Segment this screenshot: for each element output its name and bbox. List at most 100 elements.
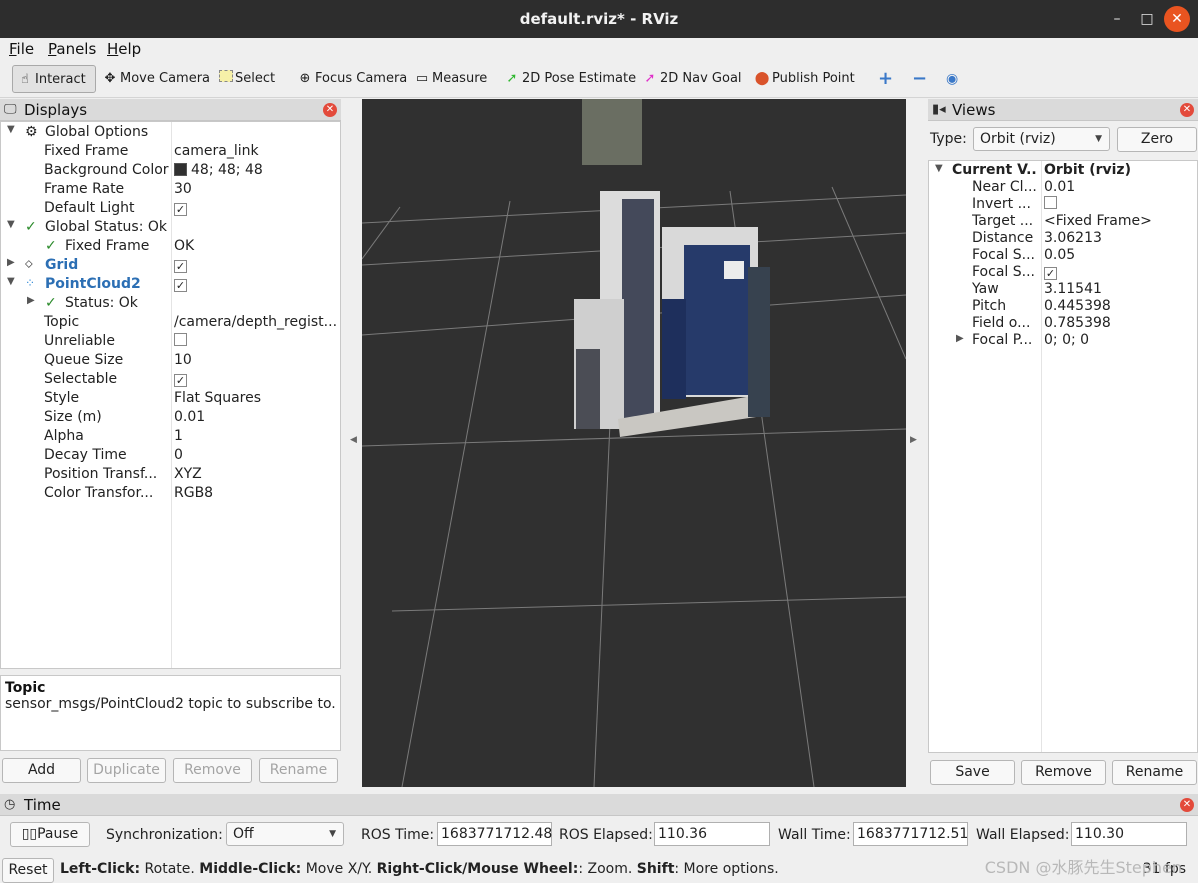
fixed-frame-value[interactable]: camera_link xyxy=(174,143,259,159)
remove-display-button[interactable]: Remove xyxy=(173,758,252,783)
tree-row-grid[interactable]: ▶ ⬦ Grid ✓ xyxy=(1,256,340,275)
menu-file[interactable]: File xyxy=(9,40,34,58)
tree-row-color-transformer[interactable]: Color Transfor... RGB8 xyxy=(1,484,340,503)
save-view-button[interactable]: Save xyxy=(930,760,1015,785)
select-tool[interactable]: Select xyxy=(215,65,275,93)
alpha-value[interactable]: 1 xyxy=(174,428,183,444)
reset-button[interactable]: Reset xyxy=(2,858,54,883)
expand-arrow-icon[interactable]: ▼ xyxy=(7,276,15,287)
menu-help[interactable]: Help xyxy=(107,40,141,58)
unreliable-checkbox[interactable] xyxy=(174,333,187,346)
view-row-target-frame[interactable]: Target ... <Fixed Frame> xyxy=(929,213,1197,230)
collapse-arrow-icon[interactable]: ▶ xyxy=(956,333,964,344)
focal-shape-fixed-checkbox[interactable]: ✓ xyxy=(1044,267,1057,280)
expand-arrow-icon[interactable]: ▼ xyxy=(935,163,943,174)
zero-view-button[interactable]: Zero xyxy=(1117,127,1197,152)
synchronization-select[interactable]: Off ▼ xyxy=(226,822,344,846)
maximize-button[interactable]: □ xyxy=(1134,6,1160,32)
collapse-arrow-icon[interactable]: ▶ xyxy=(27,295,35,306)
interact-tool[interactable]: ☝ Interact xyxy=(12,65,96,93)
tree-row-pointcloud2[interactable]: ▼ ⁘ PointCloud2 ✓ xyxy=(1,275,340,294)
expand-arrow-icon[interactable]: ▼ xyxy=(7,124,15,135)
tree-row-default-light[interactable]: Default Light ✓ xyxy=(1,199,340,218)
color-transformer-value[interactable]: RGB8 xyxy=(174,485,213,501)
splitter-left-arrow-icon[interactable]: ◀ xyxy=(350,435,357,445)
tree-row-decay-time[interactable]: Decay Time 0 xyxy=(1,446,340,465)
selectable-checkbox[interactable]: ✓ xyxy=(174,374,187,387)
close-time-button[interactable]: ✕ xyxy=(1180,798,1194,812)
queue-size-value[interactable]: 10 xyxy=(174,352,192,368)
default-light-checkbox[interactable]: ✓ xyxy=(174,203,187,216)
tree-row-queue-size[interactable]: Queue Size 10 xyxy=(1,351,340,370)
decay-time-value[interactable]: 0 xyxy=(174,447,183,463)
view-row-pitch[interactable]: Pitch 0.445398 xyxy=(929,298,1197,315)
nav-goal-tool[interactable]: ➚ 2D Nav Goal xyxy=(638,65,742,93)
view-row-yaw[interactable]: Yaw 3.11541 xyxy=(929,281,1197,298)
pause-button[interactable]: ▯▯Pause xyxy=(10,822,90,847)
tree-row-topic[interactable]: Topic /camera/depth_regist... xyxy=(1,313,340,332)
expand-arrow-icon[interactable]: ▼ xyxy=(7,219,15,230)
tree-row-selectable[interactable]: Selectable ✓ xyxy=(1,370,340,389)
ruler-icon: ▭ xyxy=(415,71,429,86)
view-row-distance[interactable]: Distance 3.06213 xyxy=(929,230,1197,247)
remove-view-button[interactable]: Remove xyxy=(1021,760,1106,785)
grid-enabled-checkbox[interactable]: ✓ xyxy=(174,260,187,273)
publish-point-tool[interactable]: ⬤ Publish Point xyxy=(750,65,855,93)
tree-row-global-status[interactable]: ▼ ✓ Global Status: Ok xyxy=(1,218,340,237)
rename-view-button[interactable]: Rename xyxy=(1112,760,1197,785)
size-value[interactable]: 0.01 xyxy=(174,409,205,425)
tree-row-size[interactable]: Size (m) 0.01 xyxy=(1,408,340,427)
description-text: sensor_msgs/PointCloud2 topic to subscri… xyxy=(5,696,336,712)
view-type-select[interactable]: Orbit (rviz) ▼ xyxy=(973,127,1110,151)
menu-panels[interactable]: Panels xyxy=(48,40,96,58)
style-value[interactable]: Flat Squares xyxy=(174,390,261,406)
minimize-button[interactable]: – xyxy=(1104,6,1130,32)
ros-time-field[interactable]: 1683771712.48 xyxy=(437,822,552,846)
tree-row-frame-rate[interactable]: Frame Rate 30 xyxy=(1,180,340,199)
close-displays-button[interactable]: ✕ xyxy=(323,103,337,117)
tree-row-alpha[interactable]: Alpha 1 xyxy=(1,427,340,446)
tree-row-status-ok[interactable]: ▶ ✓ Status: Ok xyxy=(1,294,340,313)
move-camera-tool[interactable]: ✥ Move Camera xyxy=(98,65,210,93)
close-window-button[interactable]: ✕ xyxy=(1164,6,1190,32)
add-display-button[interactable]: Add xyxy=(2,758,81,783)
tree-row-unreliable[interactable]: Unreliable xyxy=(1,332,340,351)
invert-z-checkbox[interactable] xyxy=(1044,196,1057,209)
collapse-arrow-icon[interactable]: ▶ xyxy=(7,257,15,268)
close-views-button[interactable]: ✕ xyxy=(1180,103,1194,117)
view-row-near-clip[interactable]: Near Cl... 0.01 xyxy=(929,179,1197,196)
tree-row-style[interactable]: Style Flat Squares xyxy=(1,389,340,408)
wall-elapsed-field[interactable]: 110.30 xyxy=(1071,822,1187,846)
remove-tool-button[interactable]: − xyxy=(908,65,927,93)
add-tool-button[interactable]: + xyxy=(874,65,893,93)
position-transformer-value[interactable]: XYZ xyxy=(174,466,202,482)
measure-tool[interactable]: ▭ Measure xyxy=(410,65,487,93)
focus-camera-tool[interactable]: ⊕ Focus Camera xyxy=(293,65,408,93)
view-row-focal-shape-fixed[interactable]: Focal S... ✓ xyxy=(929,264,1197,281)
tree-row-position-transformer[interactable]: Position Transf... XYZ xyxy=(1,465,340,484)
render-viewport[interactable] xyxy=(362,99,906,787)
wall-time-label: Wall Time: xyxy=(778,827,851,843)
pose-estimate-tool[interactable]: ➚ 2D Pose Estimate xyxy=(500,65,637,93)
tree-row-background-color[interactable]: Background Color 48; 48; 48 xyxy=(1,161,340,180)
tree-row-global-options[interactable]: ▼ ⚙ Global Options xyxy=(1,123,340,142)
background-color-value[interactable]: 48; 48; 48 xyxy=(174,162,263,178)
wall-time-field[interactable]: 1683771712.51 xyxy=(853,822,968,846)
view-row-invert[interactable]: Invert ... xyxy=(929,196,1197,213)
pointcloud2-enabled-checkbox[interactable]: ✓ xyxy=(174,279,187,292)
sync-label: Synchronization: xyxy=(106,827,223,843)
view-row-focal-point[interactable]: ▶ Focal P... 0; 0; 0 xyxy=(929,332,1197,349)
view-row-field-of-view[interactable]: Field o... 0.785398 xyxy=(929,315,1197,332)
frame-rate-value[interactable]: 30 xyxy=(174,181,192,197)
view-row-current[interactable]: ▼ Current V... Orbit (rviz) xyxy=(929,162,1197,179)
splitter-right-arrow-icon[interactable]: ▶ xyxy=(910,435,917,445)
tree-row-fixed-frame[interactable]: Fixed Frame camera_link xyxy=(1,142,340,161)
ros-elapsed-field[interactable]: 110.36 xyxy=(654,822,770,846)
rename-display-button[interactable]: Rename xyxy=(259,758,338,783)
tool-properties-button[interactable]: ◉ xyxy=(942,65,958,93)
view-row-focal-shape-size[interactable]: Focal S... 0.05 xyxy=(929,247,1197,264)
move-icon: ✥ xyxy=(104,71,116,86)
duplicate-display-button[interactable]: Duplicate xyxy=(87,758,166,783)
topic-value[interactable]: /camera/depth_regist... xyxy=(174,314,337,330)
tree-row-gs-fixed-frame[interactable]: ✓ Fixed Frame OK xyxy=(1,237,340,256)
